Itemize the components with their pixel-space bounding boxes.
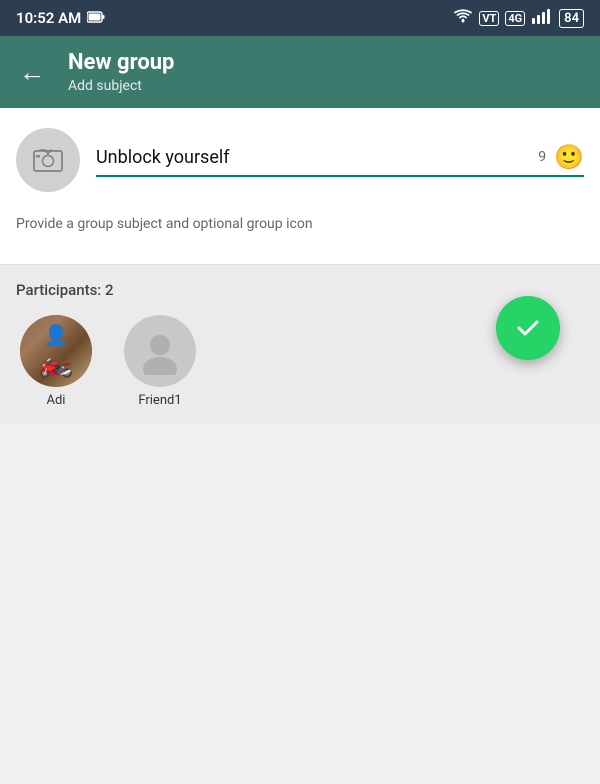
participants-label: Participants: 2 [16, 281, 584, 299]
status-bar: 10:52 AM VT 4G [0, 0, 600, 36]
app-bar-title: New group [68, 50, 174, 76]
participant-avatar-friend1 [124, 315, 196, 387]
participant-name-adi: Adi [47, 393, 66, 408]
group-name-input-area: 9 🙂 [96, 143, 584, 177]
vt-badge: VT [479, 11, 499, 26]
input-row: 9 🙂 [16, 128, 584, 204]
confirm-fab-button[interactable] [496, 296, 560, 360]
emoji-button[interactable]: 🙂 [554, 143, 584, 171]
app-bar-title-area: New group Add subject [68, 50, 174, 94]
back-button[interactable]: ← [16, 57, 48, 88]
char-count: 9 [530, 149, 546, 165]
group-icon-button[interactable] [16, 128, 80, 192]
hint-text: Provide a group subject and optional gro… [16, 216, 584, 248]
group-setup-section: 9 🙂 Provide a group subject and optional… [0, 108, 600, 264]
participant-item: Adi [16, 315, 96, 408]
battery-level: 84 [559, 9, 584, 28]
battery-icon [87, 9, 105, 27]
content-wrapper: 9 🙂 Provide a group subject and optional… [0, 108, 600, 424]
default-avatar-icon [124, 315, 196, 387]
participant-name-friend1: Friend1 [138, 393, 181, 408]
wifi-icon [453, 8, 473, 28]
participant-item: Friend1 [120, 315, 200, 408]
participant-avatar-adi [20, 315, 92, 387]
time-text: 10:52 AM [16, 9, 81, 27]
signal-icon [531, 8, 553, 28]
status-time: 10:52 AM [16, 9, 105, 27]
group-name-input[interactable] [96, 147, 522, 168]
app-bar-subtitle: Add subject [68, 78, 174, 94]
4g-badge: 4G [505, 11, 525, 26]
status-right: VT 4G 84 [453, 8, 584, 28]
app-bar: ← New group Add subject [0, 36, 600, 108]
